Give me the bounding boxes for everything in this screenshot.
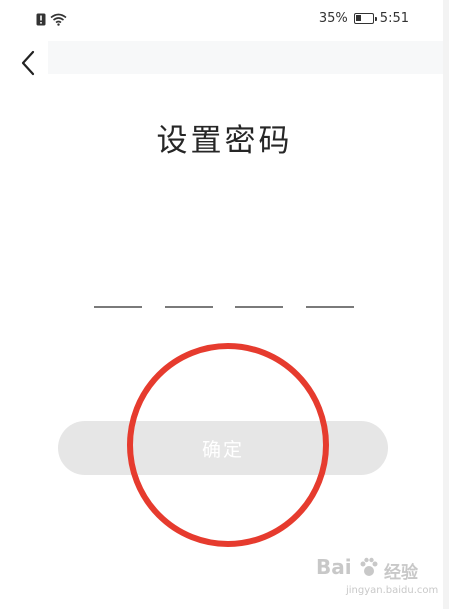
watermark-brand: 经验 xyxy=(384,563,418,583)
status-left-icons xyxy=(36,11,67,30)
status-right: 35% 5:51 xyxy=(319,11,409,26)
battery-percent: 35% xyxy=(318,11,348,26)
back-button[interactable] xyxy=(14,48,44,78)
watermark: Bai 经验 jingyan.baidu.com xyxy=(316,555,444,605)
right-edge xyxy=(443,0,449,609)
confirm-button[interactable]: 确定 xyxy=(58,421,388,475)
paw-icon xyxy=(360,557,378,576)
nav-title-area xyxy=(48,41,443,74)
status-bar: 35% 5:51 xyxy=(0,0,449,38)
page-title: 设置密码 xyxy=(156,123,293,159)
pin-slot-3[interactable] xyxy=(235,306,283,308)
watermark-url: jingyan.baidu.com xyxy=(346,585,439,596)
pin-slot-2[interactable] xyxy=(165,306,213,308)
battery-icon xyxy=(353,13,377,24)
chevron-left-icon xyxy=(21,50,35,76)
pin-slot-1[interactable] xyxy=(94,306,142,308)
wifi-icon xyxy=(50,11,67,30)
pin-slot-4[interactable] xyxy=(306,306,354,308)
status-time: 5:51 xyxy=(379,11,409,26)
screen: 35% 5:51 设置密码 确定 Bai 经验 jingyan.baidu.co… xyxy=(0,0,449,609)
battery-level-fill xyxy=(355,15,361,21)
password-input[interactable] xyxy=(94,306,356,312)
watermark-logo-text: Bai xyxy=(316,555,352,579)
alert-icon xyxy=(36,11,46,30)
